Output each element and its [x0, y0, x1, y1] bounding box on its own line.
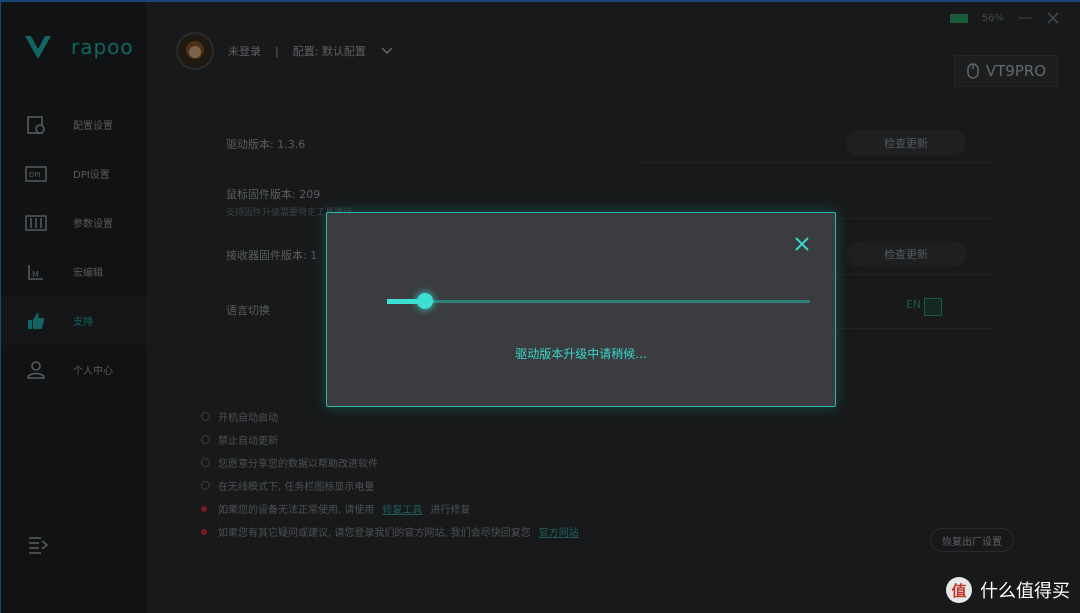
firmware-update-dialog: 驱动版本升级中请稍候...	[326, 212, 836, 407]
watermark-text: 什么值得买	[980, 581, 1070, 602]
progress-knob	[417, 293, 433, 309]
progress-track	[387, 300, 810, 303]
update-message: 驱动版本升级中请稍候...	[515, 347, 647, 361]
watermark: 值 什么值得买	[946, 577, 1070, 603]
close-icon[interactable]	[793, 235, 811, 253]
watermark-logo-icon: 值	[946, 577, 972, 603]
